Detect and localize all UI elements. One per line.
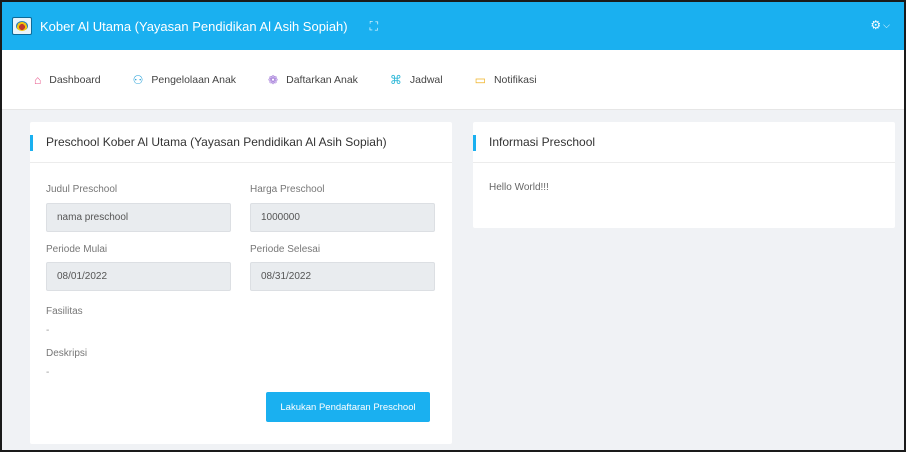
preschool-detail-card: Preschool Kober Al Utama (Yayasan Pendid… <box>30 122 452 444</box>
schedule-icon: ⌘ <box>389 72 402 87</box>
expand-icon[interactable]: ⛶ <box>370 19 378 34</box>
nav-item-label: Jadwal <box>409 73 443 86</box>
top-bar: Kober Al Utama (Yayasan Pendidikan Al As… <box>2 2 904 50</box>
notification-icon: ▭ <box>474 72 486 87</box>
chevron-down-icon: ⌵ <box>883 19 890 30</box>
register-preschool-button[interactable]: Lakukan Pendaftaran Preschool <box>266 392 430 422</box>
periode-mulai-field: 08/01/2022 <box>46 262 231 291</box>
register-icon: ❁ <box>268 72 279 87</box>
nav-item-daftarkan-anak[interactable]: ❁ Daftarkan Anak <box>268 73 358 87</box>
periode-mulai-label: Periode Mulai <box>46 244 108 255</box>
app-title: Kober Al Utama (Yayasan Pendidikan Al As… <box>40 18 348 34</box>
card-title: Preschool Kober Al Utama (Yayasan Pendid… <box>30 122 452 163</box>
harga-preschool-label: Harga Preschool <box>250 184 325 195</box>
harga-preschool-field: 1000000 <box>250 203 435 232</box>
judul-preschool-field: nama preschool <box>46 203 231 232</box>
users-icon: ⚇ <box>132 72 144 87</box>
nav-item-label: Dashboard <box>49 73 101 86</box>
info-text: Hello World!!! <box>489 182 549 193</box>
periode-selesai-label: Periode Selesai <box>250 244 321 255</box>
fasilitas-label: Fasilitas <box>46 306 83 317</box>
nav-item-label: Notifikasi <box>493 73 537 86</box>
deskripsi-label: Deskripsi <box>46 348 88 359</box>
settings-menu[interactable]: ⚙ ⌵ <box>870 18 890 32</box>
home-icon: ⌂ <box>34 72 42 87</box>
nav-item-notifikasi[interactable]: ▭ Notifikasi <box>475 73 537 87</box>
nav-item-pengelolaan-anak[interactable]: ⚇ Pengelolaan Anak <box>133 73 236 87</box>
fasilitas-value: - <box>46 325 50 336</box>
nav-item-dashboard[interactable]: ⌂ Dashboard <box>34 73 101 87</box>
app-frame: Kober Al Utama (Yayasan Pendidikan Al As… <box>0 0 906 452</box>
main-navigation: ⌂ Dashboard ⚇ Pengelolaan Anak ❁ Daftark… <box>2 50 904 110</box>
preschool-info-card: Informasi Preschool Hello World!!! <box>473 122 895 228</box>
judul-preschool-label: Judul Preschool <box>46 184 118 195</box>
nav-item-label: Daftarkan Anak <box>286 73 358 86</box>
gear-icon: ⚙ <box>870 18 882 32</box>
deskripsi-value: - <box>46 367 50 378</box>
nav-item-label: Pengelolaan Anak <box>151 73 237 86</box>
card-title: Informasi Preschool <box>473 122 895 163</box>
periode-selesai-field: 08/31/2022 <box>250 262 435 291</box>
school-logo <box>12 17 32 35</box>
nav-item-jadwal[interactable]: ⌘ Jadwal <box>390 73 443 87</box>
